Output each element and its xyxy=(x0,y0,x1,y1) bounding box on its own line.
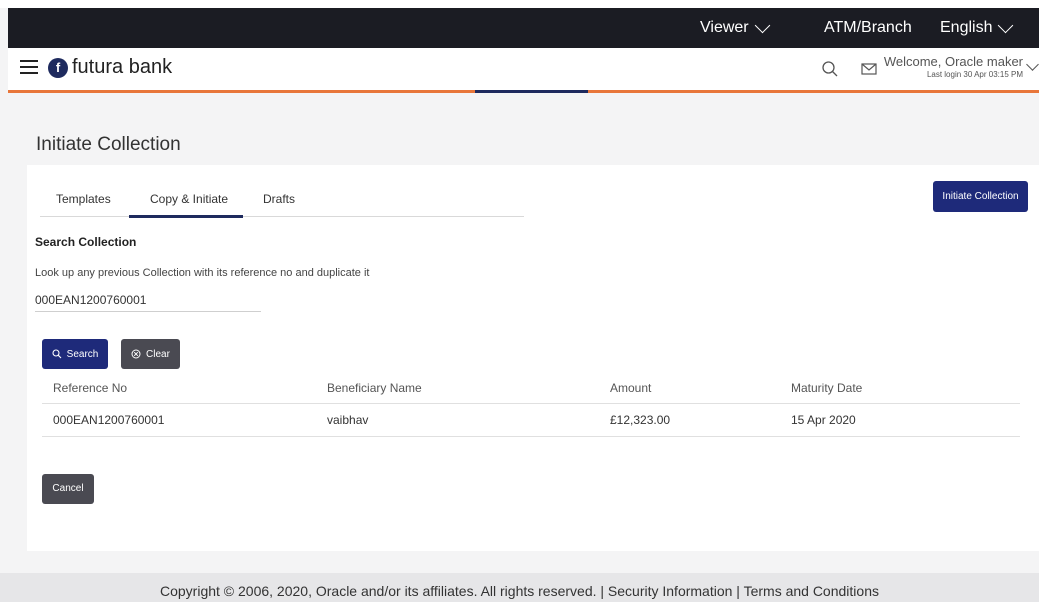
chevron-down-icon xyxy=(754,17,770,33)
hamburger-menu-icon[interactable] xyxy=(20,60,38,74)
top-navigation-bar: Viewer ATM/Branch English xyxy=(8,8,1039,48)
atm-branch-label: ATM/Branch xyxy=(824,19,912,36)
column-header-maturity: Maturity Date xyxy=(791,380,863,395)
mail-icon[interactable] xyxy=(860,60,878,78)
clear-button[interactable]: Clear xyxy=(121,339,180,369)
reference-link[interactable]: 000EAN1200760001 xyxy=(53,404,164,436)
tab-drafts[interactable]: Drafts xyxy=(263,192,295,206)
search-icon xyxy=(52,349,62,359)
table-row: 000EAN1200760001 vaibhav £12,323.00 15 A… xyxy=(42,404,1020,437)
initiate-collection-button[interactable]: Initiate Collection xyxy=(933,181,1028,212)
column-header-beneficiary: Beneficiary Name xyxy=(327,380,422,395)
viewer-menu[interactable]: Viewer xyxy=(700,8,770,48)
viewer-label: Viewer xyxy=(700,19,749,36)
tab-templates[interactable]: Templates xyxy=(56,192,111,206)
user-welcome[interactable]: Welcome, Oracle maker Last login 30 Apr … xyxy=(884,54,1023,79)
tab-bar: Templates Copy & Initiate Drafts xyxy=(40,190,524,218)
clear-icon xyxy=(131,349,141,359)
table-header: Reference No Beneficiary Name Amount Mat… xyxy=(42,372,1020,404)
column-header-reference: Reference No xyxy=(53,380,128,395)
column-header-amount: Amount xyxy=(610,380,652,395)
reference-number-input[interactable] xyxy=(35,288,261,312)
last-login-text: Last login 30 Apr 03:15 PM xyxy=(926,70,1023,79)
footer: Copyright © 2006, 2020, Oracle and/or it… xyxy=(0,573,1039,602)
top-strip xyxy=(0,0,1039,8)
chevron-down-icon[interactable] xyxy=(1026,58,1039,71)
welcome-text: Welcome, Oracle maker xyxy=(883,54,1023,69)
header-accent-segment xyxy=(475,90,588,93)
tab-copy-initiate[interactable]: Copy & Initiate xyxy=(150,192,228,206)
results-table: Reference No Beneficiary Name Amount Mat… xyxy=(42,372,1020,437)
search-button[interactable]: Search xyxy=(42,339,108,369)
chevron-down-icon xyxy=(998,17,1014,33)
language-label: English xyxy=(940,19,993,36)
beneficiary-cell: vaibhav xyxy=(327,413,369,427)
app-header: f futura bank Welcome, Oracle maker Last… xyxy=(8,48,1039,90)
brand-name: futura bank xyxy=(72,56,173,78)
search-icon[interactable] xyxy=(821,60,839,78)
atm-branch-link[interactable]: ATM/Branch xyxy=(824,8,912,48)
page-title: Initiate Collection xyxy=(36,134,181,155)
helper-text: Look up any previous Collection with its… xyxy=(35,267,370,279)
cancel-button[interactable]: Cancel xyxy=(42,474,94,504)
brand-logo[interactable]: f futura bank xyxy=(48,56,172,79)
maturity-date-cell: 15 Apr 2020 xyxy=(791,413,856,427)
section-heading: Search Collection xyxy=(35,235,137,249)
language-menu[interactable]: English xyxy=(940,8,1014,48)
clear-button-label: Clear xyxy=(146,348,170,360)
active-tab-indicator xyxy=(129,215,243,218)
futura-logo-icon: f xyxy=(48,57,68,78)
amount-cell: £12,323.00 xyxy=(610,413,671,427)
search-button-label: Search xyxy=(66,348,99,360)
